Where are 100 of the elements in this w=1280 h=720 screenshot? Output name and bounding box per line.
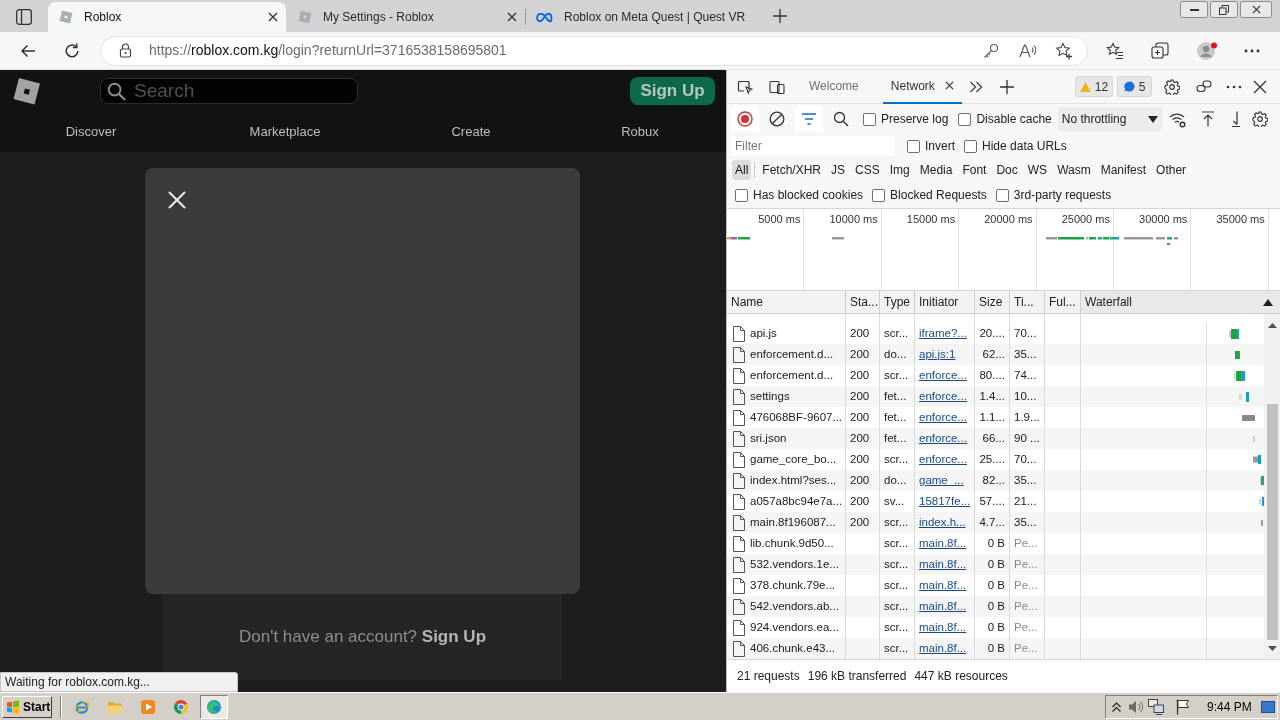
restore-button[interactable] [1210,1,1238,18]
initiator-link[interactable]: enforce... [919,366,967,385]
column-header[interactable]: Waterfall [1081,291,1280,313]
checkbox-label[interactable]: 3rd-party requests [1013,186,1112,204]
checkbox-label[interactable]: Hide data URLs [982,137,1067,155]
type-filter-chip[interactable]: Img [886,160,913,180]
request-row[interactable]: sri.json 200 fet... enforce... 66... 90 ... [727,428,1264,449]
nav-link[interactable]: Discover [65,122,117,142]
request-row[interactable]: main.8f196087... 200 scr... index.h... 4.7... 35... [727,512,1264,533]
type-filter-chip[interactable]: Wasm [1054,160,1094,180]
initiator-link[interactable]: main.8f... [919,534,967,553]
star-plus-icon[interactable] [1055,41,1073,60]
initiator-link[interactable]: game_... [919,471,964,490]
nav-link[interactable]: Create [451,122,491,142]
nav-link[interactable]: Robux [621,122,659,142]
type-filter-chip[interactable]: Font [959,160,990,180]
column-header[interactable]: Sta... [846,291,880,313]
request-row[interactable]: 542.vendors.ab... scr... main.8f... 0 B Pe... [727,596,1264,617]
checkbox-label[interactable]: Invert [925,137,955,155]
column-header[interactable]: Ti... [1010,291,1045,313]
checkbox-label[interactable]: Has blocked cookies [753,186,864,204]
record-button[interactable] [731,106,759,132]
initiator-link[interactable]: enforce... [919,408,967,427]
start-button[interactable]: Start [2,695,52,718]
checkbox[interactable] [964,139,977,153]
messages-badge[interactable]: 5 [1117,76,1152,97]
file-icon [733,514,745,531]
checkbox[interactable] [907,139,920,153]
address-field[interactable]: https://roblox.com.kg/login?returnUrl=3716538158695801 [100,35,1088,66]
checkbox[interactable] [958,112,972,126]
initiator-link[interactable]: 15817fe... [919,492,971,511]
initiator-link[interactable]: enforce... [919,429,967,448]
column-header[interactable]: Initiator [915,291,975,313]
type-filter-chip[interactable]: Doc [993,160,1021,180]
close-window-button[interactable] [1240,1,1272,18]
browser-tab[interactable]: Roblox on Meta Quest | Quest VR [526,2,764,32]
network-monitors-icon[interactable] [1148,698,1164,715]
scrollbar-thumb[interactable] [1267,404,1278,640]
minimize-button[interactable] [1180,1,1208,18]
speaker-icon[interactable] [1128,698,1144,715]
file-icon [733,367,745,384]
filter-field[interactable]: Filter [731,136,894,156]
type-filter-chip[interactable]: WS [1024,160,1051,180]
initiator-link[interactable]: index.h... [919,513,966,532]
checkbox[interactable] [735,188,748,202]
checkbox[interactable] [863,112,876,126]
flag-icon[interactable] [1176,698,1190,715]
column-header[interactable]: Size [975,291,1010,313]
throttling-dropdown[interactable]: No throttling [1057,107,1162,131]
edge-button[interactable] [200,694,228,719]
request-row[interactable]: enforcement.d... 200 do... api.js:1 62... 35... [727,344,1264,365]
initiator-link[interactable]: main.8f... [919,639,967,658]
type-filter-chip[interactable]: Media [916,160,956,180]
request-row[interactable]: 406.chunk.e43... scr... main.8f... 0 B Pe... [727,638,1264,659]
browser-tab[interactable]: My Settings - Roblox [287,2,525,32]
request-row[interactable]: index.html?ses... 200 do... game_... 82... 35... [727,470,1264,491]
checkbox-label[interactable]: Blocked Requests [890,186,987,204]
close-icon[interactable] [268,12,278,22]
type-filter-chip[interactable]: All [732,160,752,180]
scrollbar[interactable] [1264,314,1280,659]
type-filter-chip[interactable]: Fetch/XHR [759,160,825,180]
close-icon[interactable] [944,81,954,90]
url-text[interactable]: https://roblox.com.kg/login?returnUrl=3716538158695801 [149,40,507,61]
show-desktop-button[interactable] [1261,698,1275,715]
initiator-link[interactable]: main.8f... [919,576,967,595]
nav-link[interactable]: Marketplace [249,122,321,142]
initiator-link[interactable]: api.js:1 [919,345,956,364]
sign-up-link[interactable]: Sign Up [421,627,486,647]
initiator-link[interactable]: main.8f... [919,597,967,616]
lock-icon [119,43,132,58]
devtools-tab[interactable]: Welcome [801,69,867,104]
close-icon[interactable] [507,12,517,22]
type-filter-chip[interactable]: CSS [852,160,883,180]
initiator-link[interactable]: iframe?... [919,324,967,343]
key-icon[interactable] [983,42,999,59]
clock[interactable]: 9:44 PM [1207,697,1252,716]
column-header[interactable]: Name [727,291,846,313]
sign-up-button[interactable]: Sign Up [630,77,715,105]
initiator-link[interactable]: enforce... [919,387,967,406]
warnings-badge[interactable]: 12 [1075,76,1113,97]
search-field[interactable]: Search [100,78,358,104]
initiator-link[interactable]: main.8f... [919,618,967,637]
initiator-link[interactable]: enforce... [919,450,967,469]
roblox-logo-icon[interactable] [13,77,41,105]
file-name: index.html?ses... [750,472,837,488]
browser-tab[interactable]: Roblox [48,2,286,32]
checkbox[interactable] [872,188,886,202]
type-filter-chip[interactable]: JS [828,160,849,180]
read-aloud-icon[interactable] [1019,42,1036,59]
column-header[interactable]: Type [880,291,915,313]
close-button[interactable] [168,191,186,209]
request-row[interactable]: 532.vendors.1e... scr... main.8f... 0 B Pe... [727,554,1264,575]
request-row[interactable]: settings 200 fet... enforce... 1.4... 10... [727,386,1264,407]
initiator-link[interactable]: main.8f... [919,555,967,574]
type-filter-chip[interactable]: Manifest [1097,160,1150,180]
timing-bar-icon [1234,370,1245,381]
type-filter-chip[interactable]: Other [1153,160,1190,180]
checkbox-label[interactable]: Preserve log [881,110,949,128]
checkbox[interactable] [995,188,1009,202]
checkbox-label[interactable]: Disable cache [976,110,1052,128]
